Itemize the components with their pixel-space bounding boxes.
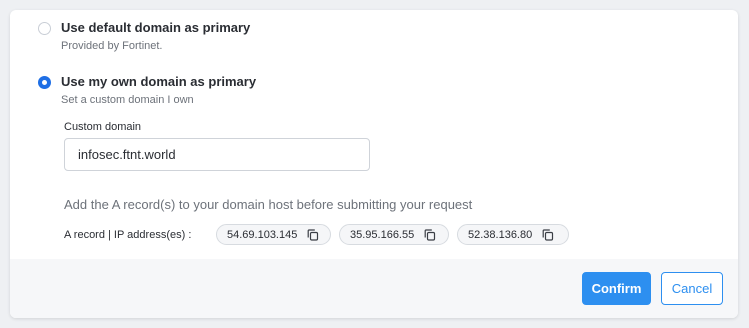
ip-address-1: 54.69.103.145 xyxy=(227,228,298,241)
ip-chip-3: 52.38.136.80 xyxy=(457,224,569,245)
confirm-button[interactable]: Confirm xyxy=(582,272,651,305)
ip-chip-2: 35.95.166.55 xyxy=(339,224,449,245)
domain-settings-panel: Use default domain as primary Provided b… xyxy=(10,10,738,318)
ip-chip-1: 54.69.103.145 xyxy=(216,224,331,245)
custom-domain-label: Custom domain xyxy=(64,121,142,133)
option-own-domain-subtitle: Set a custom domain I own xyxy=(61,94,194,106)
copy-icon[interactable] xyxy=(424,228,436,241)
option-own-domain-title: Use my own domain as primary xyxy=(61,74,257,89)
custom-domain-input[interactable] xyxy=(64,138,370,171)
dialog-footer: Confirm Cancel xyxy=(10,259,738,318)
copy-icon[interactable] xyxy=(307,228,319,241)
radio-default-domain[interactable] xyxy=(38,22,51,35)
a-record-label: A record | IP address(es) : xyxy=(64,229,192,241)
option-default-domain-title: Use default domain as primary xyxy=(61,20,251,35)
a-record-hint: Add the A record(s) to your domain host … xyxy=(64,197,473,212)
ip-address-3: 52.38.136.80 xyxy=(468,228,533,241)
cancel-button[interactable]: Cancel xyxy=(661,272,723,305)
copy-icon[interactable] xyxy=(542,228,554,241)
option-default-domain-subtitle: Provided by Fortinet. xyxy=(61,40,163,52)
radio-own-domain[interactable] xyxy=(38,76,51,89)
ip-address-2: 35.95.166.55 xyxy=(350,228,415,241)
